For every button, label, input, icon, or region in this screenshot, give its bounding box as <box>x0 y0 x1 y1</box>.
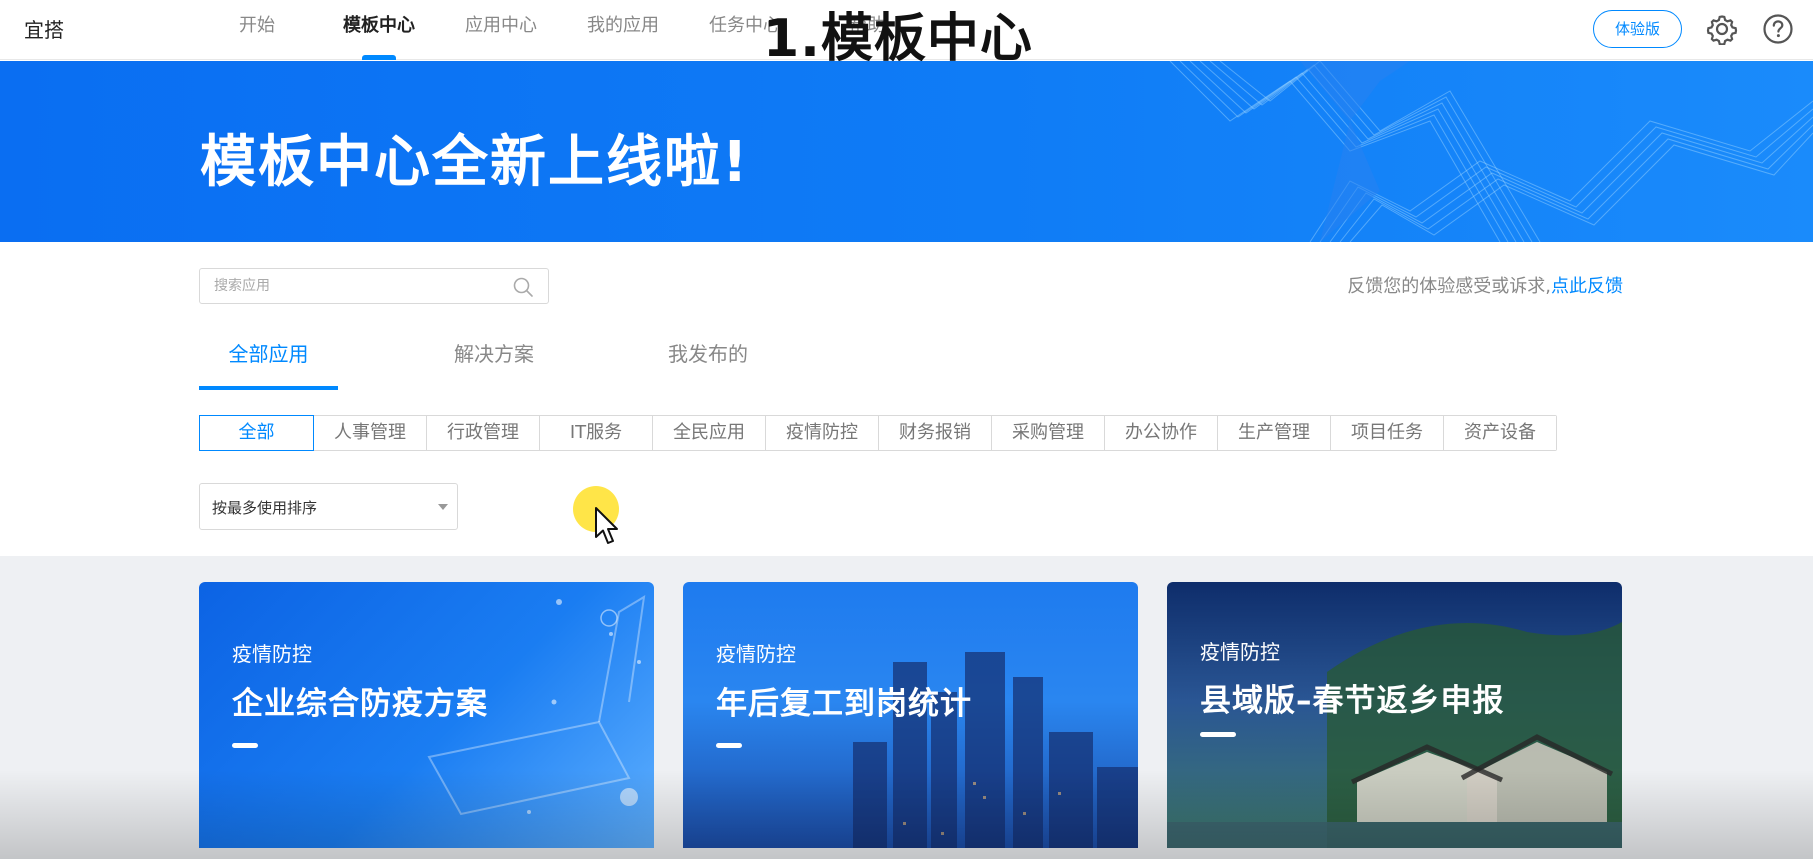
trial-version-button[interactable]: 体验版 <box>1593 10 1682 48</box>
card-category-tag: 疫情防控 <box>716 642 796 666</box>
search-box <box>199 268 549 304</box>
card-title: 年后复工到岗统计 <box>716 686 972 722</box>
card-category-tag: 疫情防控 <box>232 642 312 666</box>
card-accent-bar <box>1200 732 1236 737</box>
tab-solutions[interactable]: 解决方案 <box>413 330 627 390</box>
category-all[interactable]: 全部 <box>199 415 314 451</box>
category-finance[interactable]: 财务报销 <box>879 416 992 450</box>
feedback-link[interactable]: 点此反馈 <box>1551 276 1623 297</box>
nav-item-my-apps[interactable]: 我的应用 <box>562 0 684 60</box>
nav-item-app-center[interactable]: 应用中心 <box>440 0 562 60</box>
template-card[interactable]: 疫情防控 企业综合防疫方案 <box>199 582 654 848</box>
nav-item-start[interactable]: 开始 <box>196 0 318 60</box>
category-filter: 全部 人事管理 行政管理 IT服务 全民应用 疫情防控 财务报销 采购管理 办公… <box>199 415 1557 451</box>
feedback-prompt: 反馈您的体验感受或诉求,点此反馈 <box>1347 272 1623 298</box>
category-admin[interactable]: 行政管理 <box>427 416 540 450</box>
top-nav-bar: 宜搭 开始 模板中心 应用中心 我的应用 任务中心 帮助 1.模板中心 体验版 <box>0 0 1813 69</box>
gear-icon[interactable] <box>1706 13 1738 45</box>
nav-item-template-center[interactable]: 模板中心 <box>318 0 440 60</box>
category-procurement[interactable]: 采购管理 <box>992 416 1105 450</box>
tab-all-apps[interactable]: 全部应用 <box>199 330 338 390</box>
category-it-service[interactable]: IT服务 <box>540 416 653 450</box>
category-hr[interactable]: 人事管理 <box>314 416 427 450</box>
category-projects[interactable]: 项目任务 <box>1331 416 1444 450</box>
template-card[interactable]: 疫情防控 县域版–春节返乡申报 <box>1167 582 1622 848</box>
help-icon[interactable] <box>1762 13 1794 45</box>
search-input[interactable] <box>214 269 504 303</box>
search-icon[interactable] <box>512 276 534 298</box>
category-assets[interactable]: 资产设备 <box>1444 416 1556 450</box>
card-accent-bar <box>232 743 258 748</box>
card-category-tag: 疫情防控 <box>1200 640 1280 664</box>
banner-title: 模板中心全新上线啦! <box>200 130 750 195</box>
category-public-apps[interactable]: 全民应用 <box>653 416 766 450</box>
tab-my-published[interactable]: 我发布的 <box>627 330 841 390</box>
sort-selected-value: 按最多使用排序 <box>212 499 318 517</box>
template-card[interactable]: 疫情防控 年后复工到岗统计 <box>683 582 1138 848</box>
card-title: 企业综合防疫方案 <box>232 686 488 722</box>
brand-logo[interactable]: 宜搭 <box>24 14 64 43</box>
feedback-text: 反馈您的体验感受或诉求, <box>1347 276 1551 297</box>
card-accent-bar <box>716 743 742 748</box>
category-epidemic[interactable]: 疫情防控 <box>766 416 879 450</box>
app-filter-tabs: 全部应用 解决方案 我发布的 <box>199 330 841 390</box>
mouse-pointer-icon <box>595 507 618 544</box>
hero-banner: 模板中心全新上线啦! <box>0 61 1813 242</box>
sort-select[interactable]: 按最多使用排序 <box>199 483 458 530</box>
category-production[interactable]: 生产管理 <box>1218 416 1331 450</box>
chevron-down-icon <box>438 504 448 510</box>
category-office[interactable]: 办公协作 <box>1105 416 1218 450</box>
card-title: 县域版–春节返乡申报 <box>1200 683 1505 719</box>
banner-decoration <box>1169 61 1813 242</box>
